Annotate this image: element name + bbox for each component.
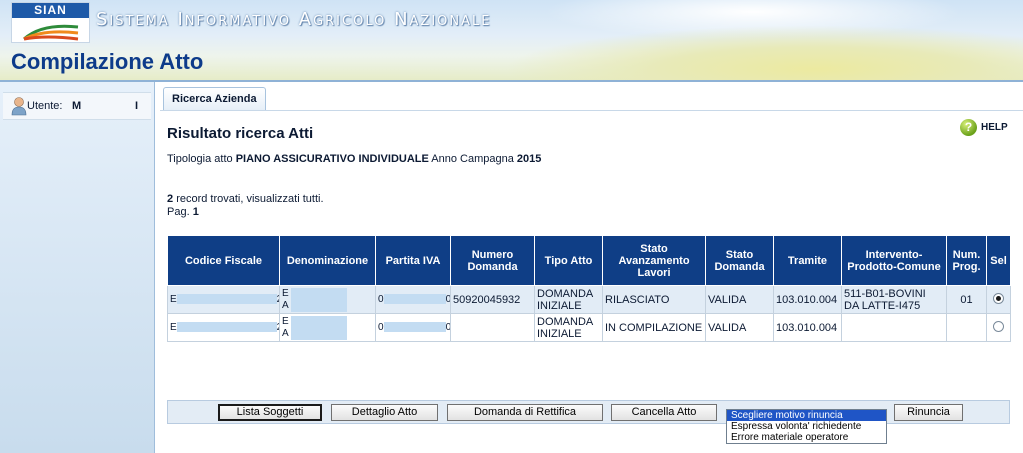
- column-header: Numero Domanda: [450, 235, 535, 286]
- page-number: 1: [192, 206, 199, 218]
- dropdown-option[interactable]: Errore materiale operatore: [727, 432, 886, 443]
- tramite-cell: 103.010.004: [773, 285, 842, 314]
- intervento-cell: 511-B01-BOVINI DA LATTE-I475: [841, 285, 947, 314]
- page-title: Compilazione Atto: [11, 49, 204, 74]
- records-count: 2: [167, 193, 174, 205]
- header-banner: SIAN Sistema Informativo Agricolo Nazion…: [0, 0, 1023, 80]
- denominazione-cell: EA: [279, 313, 376, 342]
- column-header: Partita IVA: [375, 235, 451, 286]
- tipologia-line: Tipologia atto PIANO ASSICURATIVO INDIVI…: [167, 153, 541, 165]
- numero-domanda-cell: 50920045932: [450, 285, 535, 314]
- sel-cell[interactable]: [986, 313, 1011, 342]
- redacted-block: [176, 322, 277, 333]
- column-header: Num. Prog.: [946, 235, 987, 286]
- sel-cell[interactable]: [986, 285, 1011, 314]
- logo-text: SIAN: [12, 3, 89, 18]
- tab-divider: [160, 110, 1023, 111]
- records-text: record trovati, visualizzati tutti.: [176, 193, 324, 205]
- num-prog-cell: 01: [946, 285, 987, 314]
- codice-fiscale-cell: E2: [167, 313, 280, 342]
- rinuncia-button[interactable]: Rinuncia: [894, 404, 963, 421]
- left-sidebar: Utente: M I: [0, 82, 155, 453]
- wheat-field-decoration: [503, 25, 1023, 80]
- help-icon[interactable]: ?: [960, 119, 977, 136]
- denominazione-cell: EA: [279, 285, 376, 314]
- tab-ricerca-azienda[interactable]: Ricerca Azienda: [163, 87, 266, 110]
- sian-logo[interactable]: SIAN: [11, 2, 90, 43]
- partita-iva-cell: 00: [375, 285, 451, 314]
- dettaglio-atto-button[interactable]: Dettaglio Atto: [331, 404, 438, 421]
- user-label: Utente:: [27, 100, 63, 112]
- user-name-end: I: [135, 100, 139, 112]
- tipologia-value: PIANO ASSICURATIVO INDIVIDUALE: [235, 153, 429, 165]
- redacted-block: [290, 315, 347, 340]
- redacted-block: [383, 322, 446, 333]
- results-title: Risultato ricerca Atti: [167, 125, 314, 142]
- redacted-block: [290, 287, 347, 312]
- tipologia-prefix: Tipologia atto: [167, 153, 233, 165]
- column-header: Stato Avanzamento Lavori: [602, 235, 706, 286]
- tipo-atto-cell: DOMANDA INIZIALE: [534, 313, 603, 342]
- numero-domanda-cell: [450, 313, 535, 342]
- column-header: Codice Fiscale: [167, 235, 280, 286]
- stato-domanda-cell: VALIDA: [705, 313, 774, 342]
- logo-field-icon: [23, 24, 79, 41]
- anno-value: 2015: [516, 153, 542, 165]
- column-header: Denominazione: [279, 235, 376, 286]
- stato-domanda-cell: VALIDA: [705, 285, 774, 314]
- dropdown-option[interactable]: Espressa volonta' richiedente: [727, 421, 886, 432]
- user-info: Utente: M I: [3, 92, 151, 120]
- stato-lavori-cell: IN COMPILAZIONE: [602, 313, 706, 342]
- table-row[interactable]: E2 EA 00 DOMANDA INIZIALE IN COMPILAZION…: [167, 313, 1011, 342]
- intervento-cell: [841, 313, 947, 342]
- rinuncia-motivo-dropdown[interactable]: Scegliere motivo rinuncia Espressa volon…: [726, 409, 887, 444]
- codice-fiscale-cell: E2: [167, 285, 280, 314]
- table-row[interactable]: E2 EA 00 50920045932 DOMANDA INIZIALE RI…: [167, 285, 1011, 314]
- column-header: Sel: [986, 235, 1011, 286]
- page-prefix: Pag.: [167, 206, 190, 218]
- stato-lavori-cell: RILASCIATO: [602, 285, 706, 314]
- user-name-start: M: [72, 100, 82, 112]
- lista-soggetti-button[interactable]: Lista Soggetti: [218, 404, 322, 421]
- tramite-cell: 103.010.004: [773, 313, 842, 342]
- redacted-block: [176, 294, 277, 305]
- tipo-atto-cell: DOMANDA INIZIALE: [534, 285, 603, 314]
- cancella-atto-button[interactable]: Cancella Atto: [611, 404, 717, 421]
- column-header: Stato Domanda: [705, 235, 774, 286]
- partita-iva-cell: 00: [375, 313, 451, 342]
- records-summary: 2 record trovati, visualizzati tutti. Pa…: [167, 193, 324, 219]
- column-header: Intervento-Prodotto-Comune: [841, 235, 947, 286]
- system-title: Sistema Informativo Agricolo Nazionale: [96, 9, 492, 30]
- user-icon: [11, 97, 27, 116]
- row-select-radio[interactable]: [993, 320, 1004, 332]
- help-label[interactable]: HELP: [981, 122, 1008, 133]
- num-prog-cell: [946, 313, 987, 342]
- anno-prefix: Anno Campagna: [431, 153, 514, 165]
- atti-table: Codice Fiscale Denominazione Partita IVA…: [167, 235, 1011, 342]
- redacted-block: [383, 294, 446, 305]
- dropdown-option[interactable]: Scegliere motivo rinuncia: [727, 410, 886, 421]
- domanda-rettifica-button[interactable]: Domanda di Rettifica: [447, 404, 603, 421]
- row-select-radio[interactable]: [993, 292, 1004, 304]
- table-header-row: Codice Fiscale Denominazione Partita IVA…: [167, 235, 1011, 286]
- column-header: Tipo Atto: [534, 235, 603, 286]
- column-header: Tramite: [773, 235, 842, 286]
